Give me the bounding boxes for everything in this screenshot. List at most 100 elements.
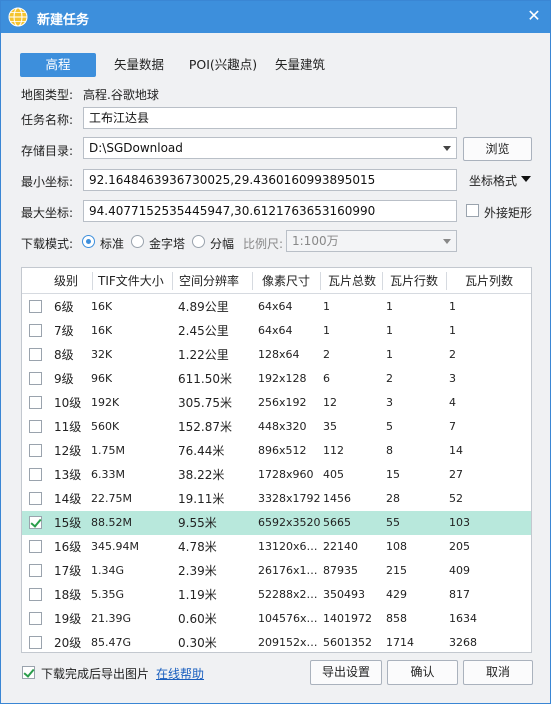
cell-tile-cols: 3268 [449, 636, 477, 649]
row-checkbox[interactable] [29, 492, 42, 505]
col-tile-cols[interactable]: 瓦片列数 [465, 268, 513, 294]
table-row[interactable]: 12级 1.75M 76.44米 896x512 112 8 14 [22, 439, 531, 463]
row-checkbox[interactable] [29, 324, 42, 337]
cell-tif-size: 32K [91, 348, 113, 361]
table-row[interactable]: 13级 6.33M 38.22米 1728x960 405 15 27 [22, 463, 531, 487]
cell-tile-rows: 55 [386, 516, 400, 529]
coord-format-label: 坐标格式 [469, 174, 518, 188]
col-tile-rows[interactable]: 瓦片行数 [390, 268, 438, 294]
row-checkbox[interactable] [29, 300, 42, 313]
max-coord-input[interactable]: 94.4077152535445947,30.6121763653160990 [83, 200, 457, 222]
min-coord-label: 最小坐标: [21, 175, 74, 189]
cell-tile-cols: 1 [449, 300, 456, 313]
col-pixel-size[interactable]: 像素尺寸 [262, 268, 310, 294]
help-link[interactable]: 在线帮助 [156, 665, 204, 682]
table-row[interactable]: 6级 16K 4.89公里 64x64 1 1 1 [22, 295, 531, 319]
cell-resolution: 611.50米 [178, 372, 232, 386]
cell-tile-total: 1 [323, 324, 330, 337]
cell-pixel-size: 6592x3520 [258, 516, 321, 529]
cell-resolution: 4.89公里 [178, 300, 229, 314]
cell-tif-size: 5.35G [91, 588, 125, 601]
cell-tile-total: 22140 [323, 540, 358, 553]
cell-tile-total: 112 [323, 444, 344, 457]
cell-tile-rows: 1714 [386, 636, 414, 649]
row-checkbox[interactable] [29, 444, 42, 457]
col-level[interactable]: 级别 [54, 268, 78, 294]
min-coord-input[interactable]: 92.1648463936730025,29.4360160993895015 [83, 169, 457, 191]
task-name-input[interactable]: 工布江达县 [83, 107, 457, 129]
scale-label: 比例尺: [243, 237, 284, 251]
table-row[interactable]: 9级 96K 611.50米 192x128 6 2 3 [22, 367, 531, 391]
scale-select[interactable]: 1:100万 [286, 230, 457, 252]
storage-dir-select[interactable]: D:\SGDownload [83, 137, 457, 159]
tab-elevation[interactable]: 高程 [20, 53, 96, 77]
level-table: 级别 TIF文件大小 空间分辨率 像素尺寸 瓦片总数 瓦片行数 瓦片列数 6级 1… [21, 267, 532, 653]
table-row[interactable]: 17级 1.34G 2.39米 26176x1… 87935 215 409 [22, 559, 531, 583]
close-icon[interactable]: ✕ [523, 5, 545, 27]
radio-tiled[interactable] [192, 235, 205, 248]
cancel-button[interactable]: 取消 [463, 660, 533, 685]
row-checkbox[interactable] [29, 468, 42, 481]
browse-button[interactable]: 浏览 [463, 137, 532, 161]
bbox-checkbox[interactable] [466, 204, 479, 217]
row-checkbox[interactable] [29, 540, 42, 553]
tab-vector-buildings[interactable]: 矢量建筑 [269, 53, 331, 77]
export-after-checkbox[interactable] [22, 666, 35, 679]
cell-tif-size: 1.34G [91, 564, 125, 577]
cell-tif-size: 560K [91, 420, 120, 433]
cell-tile-cols: 3 [449, 372, 456, 385]
cell-tile-cols: 2 [449, 348, 456, 361]
row-checkbox[interactable] [29, 420, 42, 433]
radio-pyramid[interactable] [131, 235, 144, 248]
cell-tile-cols: 205 [449, 540, 470, 553]
radio-tiled-label: 分幅 [210, 237, 235, 251]
cell-level: 16级 [54, 540, 82, 554]
cell-level: 6级 [54, 300, 74, 314]
radio-standard[interactable] [82, 235, 95, 248]
table-row[interactable]: 20级 85.47G 0.30米 209152x… 5601352 1714 3268 [22, 631, 531, 652]
cell-tile-total: 35 [323, 420, 337, 433]
table-row[interactable]: 11级 560K 152.87米 448x320 35 5 7 [22, 415, 531, 439]
col-resolution[interactable]: 空间分辨率 [179, 268, 239, 294]
row-checkbox[interactable] [29, 588, 42, 601]
row-checkbox[interactable] [29, 396, 42, 409]
new-task-dialog: 新建任务 ✕ 高程 矢量数据 POI(兴趣点) 矢量建筑 地图类型: 高程.谷歌… [0, 0, 551, 704]
table-row[interactable]: 14级 22.75M 19.11米 3328x1792 1456 28 52 [22, 487, 531, 511]
row-checkbox[interactable] [29, 372, 42, 385]
row-checkbox[interactable] [29, 612, 42, 625]
col-tif-size[interactable]: TIF文件大小 [98, 268, 164, 294]
cell-pixel-size: 64x64 [258, 300, 293, 313]
cell-tile-total: 87935 [323, 564, 358, 577]
cell-pixel-size: 3328x1792 [258, 492, 321, 505]
export-settings-button[interactable]: 导出设置 [310, 660, 382, 685]
cell-tif-size: 6.33M [91, 468, 125, 481]
cell-tile-cols: 103 [449, 516, 470, 529]
table-row[interactable]: 19级 21.39G 0.60米 104576x… 1401972 858 1634 [22, 607, 531, 631]
cell-pixel-size: 13120x6… [258, 540, 318, 553]
cell-tile-rows: 1 [386, 324, 393, 337]
cell-tile-total: 6 [323, 372, 330, 385]
table-row[interactable]: 15级 88.52M 9.55米 6592x3520 5665 55 103 [22, 511, 531, 535]
table-row[interactable]: 10级 192K 305.75米 256x192 12 3 4 [22, 391, 531, 415]
cell-level: 13级 [54, 468, 82, 482]
row-checkbox[interactable] [29, 636, 42, 649]
confirm-button[interactable]: 确认 [387, 660, 458, 685]
cell-tile-cols: 817 [449, 588, 470, 601]
cell-resolution: 4.78米 [178, 540, 217, 554]
cell-tile-cols: 1634 [449, 612, 477, 625]
cell-tile-rows: 1 [386, 348, 393, 361]
table-row[interactable]: 8级 32K 1.22公里 128x64 2 1 2 [22, 343, 531, 367]
storage-dir-label: 存储目录: [21, 144, 74, 158]
cell-tile-rows: 8 [386, 444, 393, 457]
table-row[interactable]: 16级 345.94M 4.78米 13120x6… 22140 108 205 [22, 535, 531, 559]
row-checkbox[interactable] [29, 348, 42, 361]
row-checkbox[interactable] [29, 516, 42, 529]
col-tile-total[interactable]: 瓦片总数 [328, 268, 376, 294]
coord-format-dropdown[interactable]: 坐标格式 [469, 172, 531, 188]
tab-vector-data[interactable]: 矢量数据 [105, 53, 173, 77]
chevron-down-icon [443, 146, 451, 151]
table-row[interactable]: 7级 16K 2.45公里 64x64 1 1 1 [22, 319, 531, 343]
row-checkbox[interactable] [29, 564, 42, 577]
table-row[interactable]: 18级 5.35G 1.19米 52288x2… 350493 429 817 [22, 583, 531, 607]
tab-poi[interactable]: POI(兴趣点) [181, 53, 265, 77]
